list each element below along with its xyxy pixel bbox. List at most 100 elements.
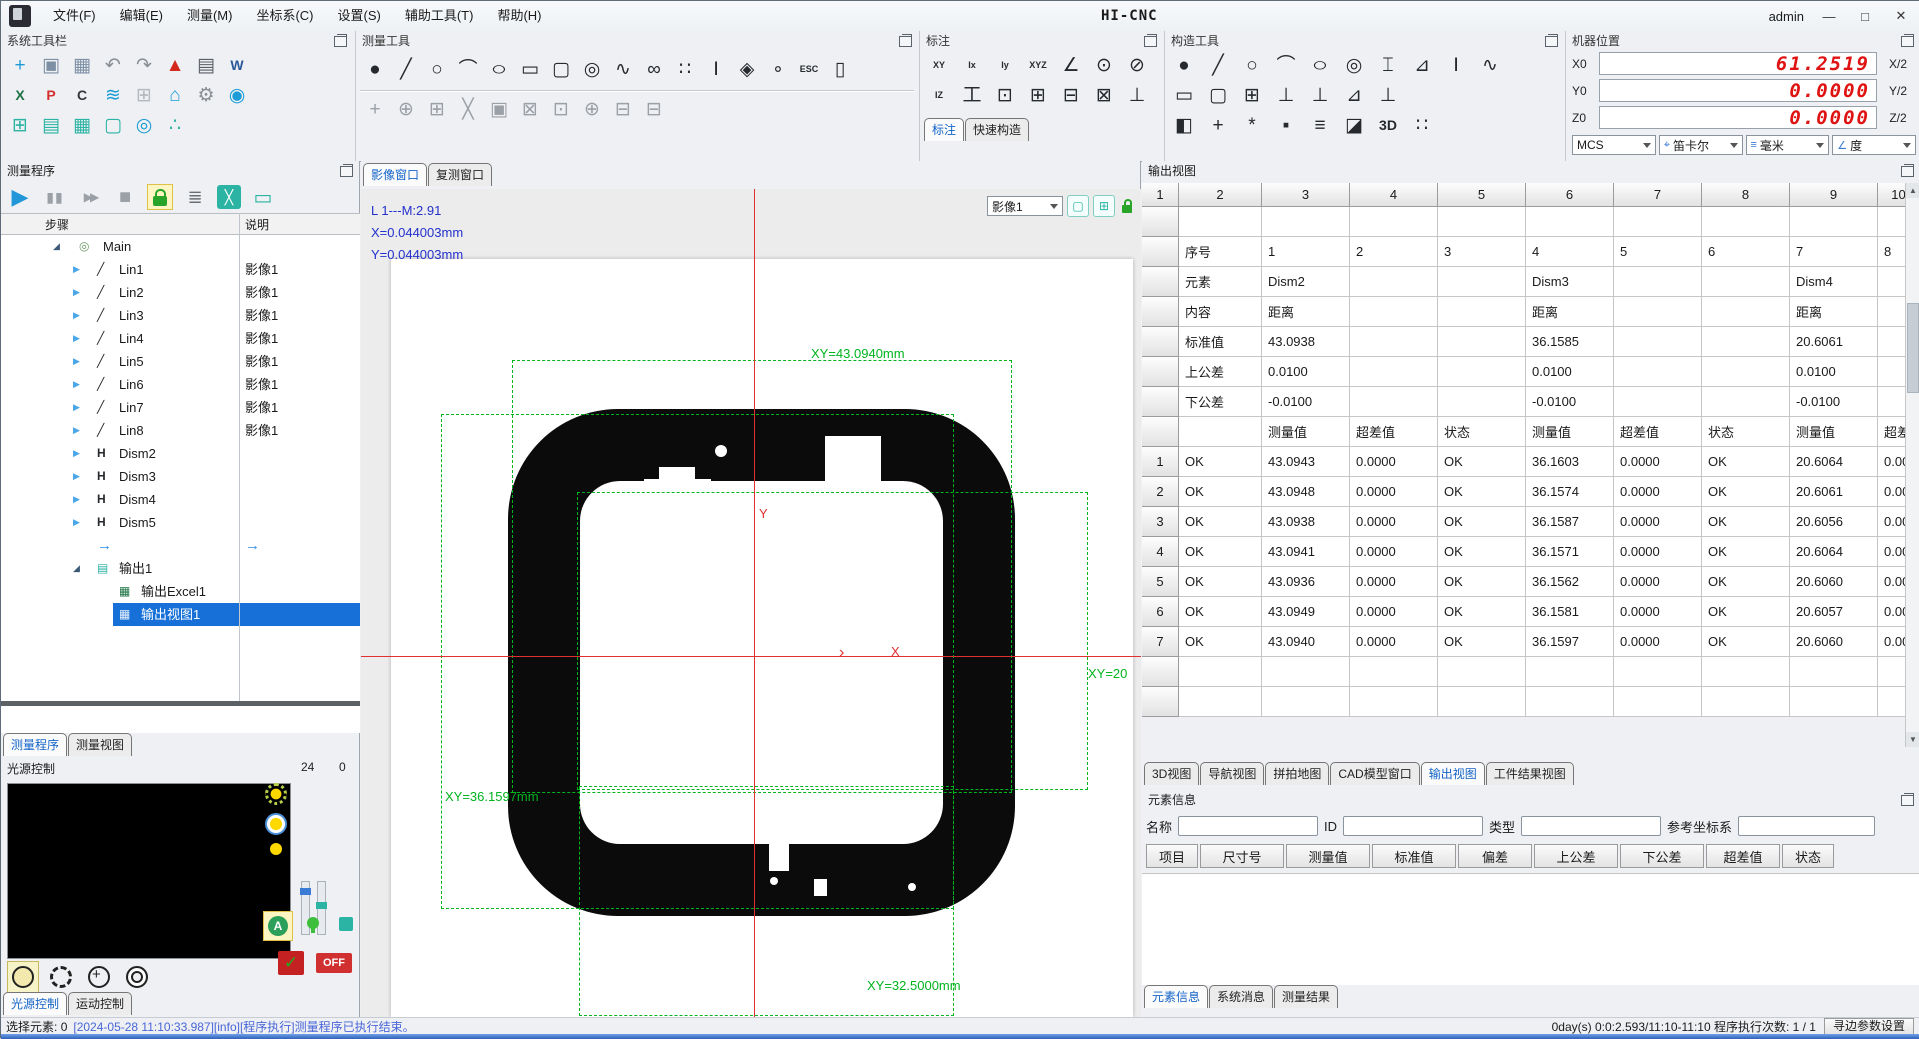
table-cell[interactable]: OK xyxy=(1702,597,1790,627)
table-cell[interactable]: 43.0948 xyxy=(1262,477,1350,507)
table-cell[interactable] xyxy=(1350,267,1438,297)
table-cell[interactable]: 0.0000 xyxy=(1614,597,1702,627)
menu-aux-tools[interactable]: 辅助工具(T) xyxy=(393,1,486,31)
tab-image-window[interactable]: 影像窗口 xyxy=(363,163,427,186)
capture-circle-icon[interactable]: ⊕ xyxy=(579,96,605,122)
tree-item-Lin2[interactable]: ▶╱Lin2影像1 xyxy=(1,281,360,304)
table-cell[interactable]: 3 xyxy=(1438,237,1526,267)
table-cell[interactable]: 上公差 xyxy=(1179,357,1262,387)
redo-icon[interactable]: ↷ xyxy=(131,52,157,78)
tree-item-Lin5[interactable]: ▶╱Lin5影像1 xyxy=(1,350,360,373)
table-cell[interactable]: 0.0000 xyxy=(1350,507,1438,537)
type-field[interactable] xyxy=(1521,816,1661,836)
axis-half-button[interactable]: Y/2 xyxy=(1882,84,1914,98)
table-cell[interactable] xyxy=(1438,327,1526,357)
ring-light-icon[interactable] xyxy=(265,783,287,805)
z-height-icon[interactable]: IZ xyxy=(926,82,952,108)
unit-angle-select[interactable]: ∠度 xyxy=(1832,135,1916,155)
name-field[interactable] xyxy=(1178,816,1318,836)
closed-spline-icon[interactable]: ∞ xyxy=(641,56,667,82)
table-cell[interactable] xyxy=(1614,207,1702,237)
plane-icon[interactable]: ◈ xyxy=(734,56,760,82)
table-cell[interactable] xyxy=(1438,297,1526,327)
collapse-icon[interactable]: ◢ xyxy=(73,557,80,580)
c-width-icon[interactable]: ⌶ xyxy=(1375,52,1401,78)
table-cell[interactable]: 20.6057 xyxy=(1790,597,1878,627)
c-ellipse-icon[interactable]: ○ xyxy=(1301,52,1339,78)
table-cell[interactable] xyxy=(1350,207,1438,237)
cs-origin-icon[interactable]: ⊥ xyxy=(1273,82,1299,108)
column-header[interactable]: 4 xyxy=(1142,537,1179,567)
table-cell[interactable] xyxy=(1526,207,1614,237)
tree-item-Dism4[interactable]: ▶HDism4 xyxy=(1,488,360,511)
tab-light-control[interactable]: 光源控制 xyxy=(3,992,67,1015)
c-circle-icon[interactable]: ○ xyxy=(1239,52,1265,78)
grab-dark-icon[interactable]: ⊠ xyxy=(517,96,543,122)
column-header[interactable] xyxy=(1142,207,1179,237)
table-cell[interactable]: 43.0949 xyxy=(1262,597,1350,627)
tree-item-输出Excel1[interactable]: ▦输出Excel1 xyxy=(1,580,360,603)
close-button[interactable]: ✕ xyxy=(1890,8,1912,24)
lamp-icon[interactable] xyxy=(307,917,319,929)
table-cell[interactable]: 0.0000 xyxy=(1614,477,1702,507)
home-icon[interactable]: ⌂ xyxy=(162,82,188,108)
tab-work-result-view[interactable]: 工件结果视图 xyxy=(1486,762,1574,785)
pickup-multi-icon[interactable]: ⊕ xyxy=(393,96,419,122)
cs-rotate-icon[interactable]: ⊿ xyxy=(1341,82,1367,108)
line-icon[interactable]: ╱ xyxy=(393,56,419,82)
column-header[interactable] xyxy=(1142,357,1179,387)
table-cell[interactable]: -0.0100 xyxy=(1790,387,1878,417)
table-cell[interactable]: 20.6064 xyxy=(1790,537,1878,567)
tree-item-Lin4[interactable]: ▶╱Lin4影像1 xyxy=(1,327,360,350)
table-cell[interactable]: 状态 xyxy=(1438,417,1526,447)
auto-light-button[interactable]: A xyxy=(263,911,293,941)
table-scrollbar[interactable]: ▲ ▼ xyxy=(1905,183,1919,747)
expand-icon[interactable]: ▶ xyxy=(73,327,80,350)
table-cell[interactable] xyxy=(1350,297,1438,327)
column-header[interactable] xyxy=(1142,297,1179,327)
float-panel-icon[interactable] xyxy=(1901,36,1914,47)
c-rect-icon[interactable]: ▭ xyxy=(1171,82,1197,108)
open-folder-icon[interactable]: ▣ xyxy=(38,52,64,78)
table-cell[interactable]: 0.0000 xyxy=(1350,627,1438,657)
column-header[interactable] xyxy=(1142,417,1179,447)
light-double-icon[interactable] xyxy=(121,961,153,993)
table-cell[interactable]: 36.1597 xyxy=(1526,627,1614,657)
float-panel-icon[interactable] xyxy=(899,36,912,47)
table-cell[interactable]: 标准值 xyxy=(1179,327,1262,357)
table-cell[interactable]: OK xyxy=(1438,567,1526,597)
coord-xyz-icon[interactable]: XYZ xyxy=(1025,52,1051,78)
table-cell[interactable]: 43.0943 xyxy=(1262,447,1350,477)
pattern-icon[interactable]: * xyxy=(1239,112,1265,138)
scrollbar-thumb[interactable] xyxy=(1907,303,1919,393)
c-slot-icon[interactable]: ▢ xyxy=(1205,82,1231,108)
axis-half-button[interactable]: X/2 xyxy=(1882,57,1914,71)
table-cell[interactable]: OK xyxy=(1438,537,1526,567)
roi-select-icon[interactable]: ▢ xyxy=(100,112,126,138)
table-cell[interactable]: 元素 xyxy=(1179,267,1262,297)
levels-icon[interactable]: ≡ xyxy=(1307,112,1333,138)
table-cell[interactable] xyxy=(1790,687,1878,717)
light-panel-icon[interactable] xyxy=(339,917,353,931)
column-header[interactable]: 8 xyxy=(1702,183,1790,207)
table-cell[interactable]: 20.6061 xyxy=(1790,477,1878,507)
menu-measure[interactable]: 测量(M) xyxy=(175,1,245,31)
table-cell[interactable]: 43.0938 xyxy=(1262,327,1350,357)
table-cell[interactable]: OK xyxy=(1179,597,1262,627)
column-header[interactable]: 3 xyxy=(1262,183,1350,207)
ellipse-icon[interactable]: ○ xyxy=(480,56,518,82)
maximize-button[interactable]: □ xyxy=(1854,9,1876,24)
table-cell[interactable] xyxy=(1262,207,1350,237)
tab-output-view[interactable]: 输出视图 xyxy=(1421,762,1485,785)
table-cell[interactable] xyxy=(1179,687,1262,717)
table-cell[interactable]: 36.1574 xyxy=(1526,477,1614,507)
tree-item-Dism2[interactable]: ▶HDism2 xyxy=(1,442,360,465)
table-cell[interactable] xyxy=(1438,687,1526,717)
ring-icon[interactable]: ◎ xyxy=(579,56,605,82)
table-cell[interactable]: 20.6056 xyxy=(1790,507,1878,537)
tree-item-Lin1[interactable]: ▶╱Lin1影像1 xyxy=(1,258,360,281)
pdf-export-icon[interactable]: P xyxy=(38,82,64,108)
result-column-0[interactable]: 项目 xyxy=(1146,844,1198,868)
perpendicular-icon[interactable]: ⊥ xyxy=(1124,82,1150,108)
c-point-icon[interactable]: ● xyxy=(1171,52,1197,78)
